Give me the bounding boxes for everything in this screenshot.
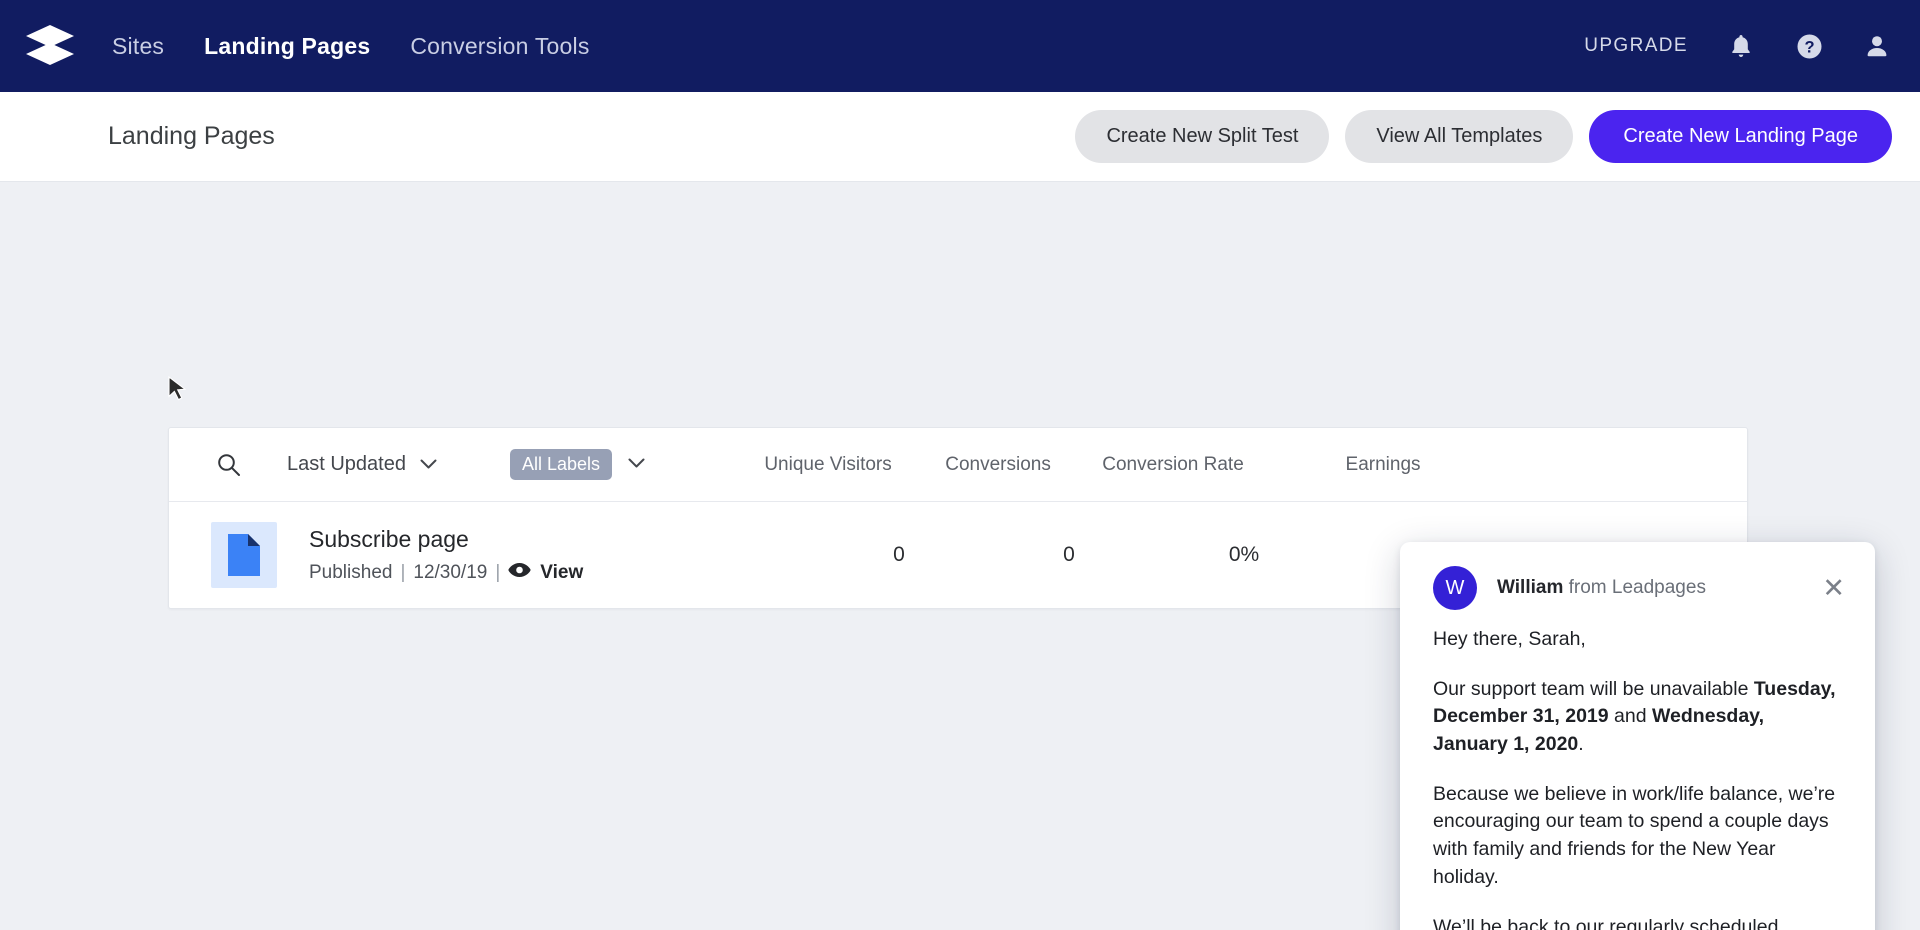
create-new-landing-page-button[interactable]: Create New Landing Page [1589,110,1892,163]
page-info: Subscribe page Published | 12/30/19 | Vi… [309,526,809,584]
nav-link-conversion-tools[interactable]: Conversion Tools [410,33,589,60]
column-header-conversion-rate: Conversion Rate [1102,453,1244,475]
cell-unique-visitors: 0 [893,543,905,566]
meta-separator: | [495,562,501,583]
chat-message-body: Hey there, Sarah, Our support team will … [1400,616,1875,930]
table-filters: Last Updated All Labels [211,448,645,482]
view-page-link[interactable]: View [508,562,583,584]
page-status: Published [309,562,393,583]
chat-sender: William from Leadpages [1497,577,1706,599]
chevron-down-icon [420,453,437,476]
chat-paragraph-greeting: Hey there, Sarah, [1433,628,1586,650]
eye-icon [508,562,531,584]
meta-separator: | [400,562,406,583]
sort-dropdown-label: Last Updated [287,453,406,475]
upgrade-button[interactable]: UPGRADE [1584,35,1688,57]
create-new-split-test-button[interactable]: Create New Split Test [1075,110,1330,163]
page-title: Landing Pages [108,122,275,150]
search-icon[interactable] [211,448,245,482]
view-all-templates-button[interactable]: View All Templates [1345,110,1574,163]
page-name[interactable]: Subscribe page [309,526,809,553]
column-header-earnings: Earnings [1345,453,1421,475]
notifications-bell-icon[interactable] [1726,31,1756,61]
column-header-unique-visitors: Unique Visitors [764,453,892,475]
chat-sender-org: from Leadpages [1568,577,1706,598]
close-icon[interactable]: ✕ [1818,573,1849,604]
chevron-down-icon [628,456,645,474]
nav-right-cluster: UPGRADE ? [1584,31,1892,61]
chat-paragraph-unavailable: Our support team will be unavailable Tue… [1433,677,1836,756]
user-account-icon[interactable] [1862,31,1892,61]
nav-link-sites[interactable]: Sites [112,33,164,60]
nav-link-landing-pages[interactable]: Landing Pages [204,33,370,60]
page-meta: Published | 12/30/19 | View [309,562,809,584]
help-question-icon[interactable]: ? [1794,31,1824,61]
mouse-cursor [168,375,187,408]
svg-text:?: ? [1804,38,1814,56]
sort-dropdown[interactable]: Last Updated [287,453,437,476]
labels-filter-pill: All Labels [509,449,613,480]
leadpages-layers-logo[interactable] [22,18,78,74]
cell-conversions: 0 [1063,543,1075,566]
primary-nav-links: Sites Landing Pages Conversion Tools [112,33,590,60]
chat-message-popup: W William from Leadpages ✕ Hey there, Sa… [1400,542,1875,930]
chat-paragraph-reason: Because we believe in work/life balance,… [1433,782,1836,888]
page-document-icon [211,522,277,588]
cell-conversion-rate: 0% [1228,543,1260,566]
page-date: 12/30/19 [413,562,488,583]
top-navigation-bar: Sites Landing Pages Conversion Tools UPG… [0,0,1920,92]
chat-popup-header: W William from Leadpages ✕ [1400,542,1875,616]
table-header-row: Last Updated All Labels Unique Visitors … [169,428,1747,502]
view-link-label: View [540,562,584,583]
column-header-conversions: Conversions [945,453,1051,475]
avatar: W [1433,566,1477,610]
page-actions: Create New Split Test View All Templates… [1075,110,1892,163]
chat-paragraph-return: We’ll be back to our regularly scheduled… [1433,915,1779,930]
table-column-headers: Unique Visitors Conversions Conversion R… [738,454,1498,476]
labels-dropdown[interactable]: All Labels [509,449,645,480]
main-content-area: Last Updated All Labels Unique Visitors … [0,182,1920,930]
chat-sender-name: William [1497,577,1564,598]
page-subheader: Landing Pages Create New Split Test View… [0,92,1920,182]
